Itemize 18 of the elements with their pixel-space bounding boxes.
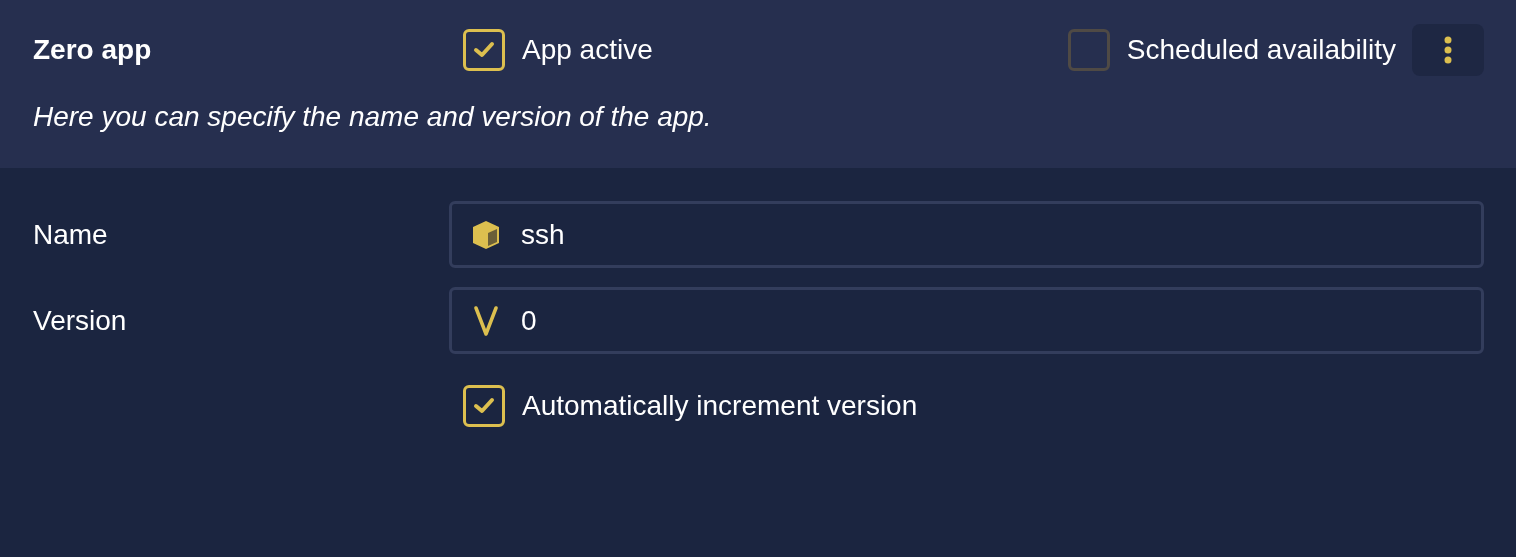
v-icon (474, 305, 498, 336)
more-icon (1444, 36, 1452, 64)
field-label: Name (33, 217, 109, 252)
field-label: Version (33, 303, 128, 338)
description: Here you can specify the name and version of the app. (33, 100, 713, 134)
checkbox[interactable] (463, 385, 505, 427)
cube-icon (470, 218, 502, 251)
checkbox-label[interactable]: Scheduled availability (1067, 29, 1396, 71)
checkmark-icon (473, 41, 495, 59)
checkbox[interactable] (1067, 29, 1110, 71)
checkbox[interactable] (463, 29, 505, 71)
checkbox-label[interactable]: Automatically increment version (463, 385, 1484, 427)
input-field[interactable]: ssh (449, 201, 1484, 268)
checkbox-label[interactable]: App active (463, 29, 653, 71)
app-title: Zero app (33, 33, 153, 67)
checkmark-icon (473, 397, 495, 415)
input-field[interactable]: 0 (449, 287, 1484, 354)
menu-button[interactable] (1412, 24, 1484, 76)
